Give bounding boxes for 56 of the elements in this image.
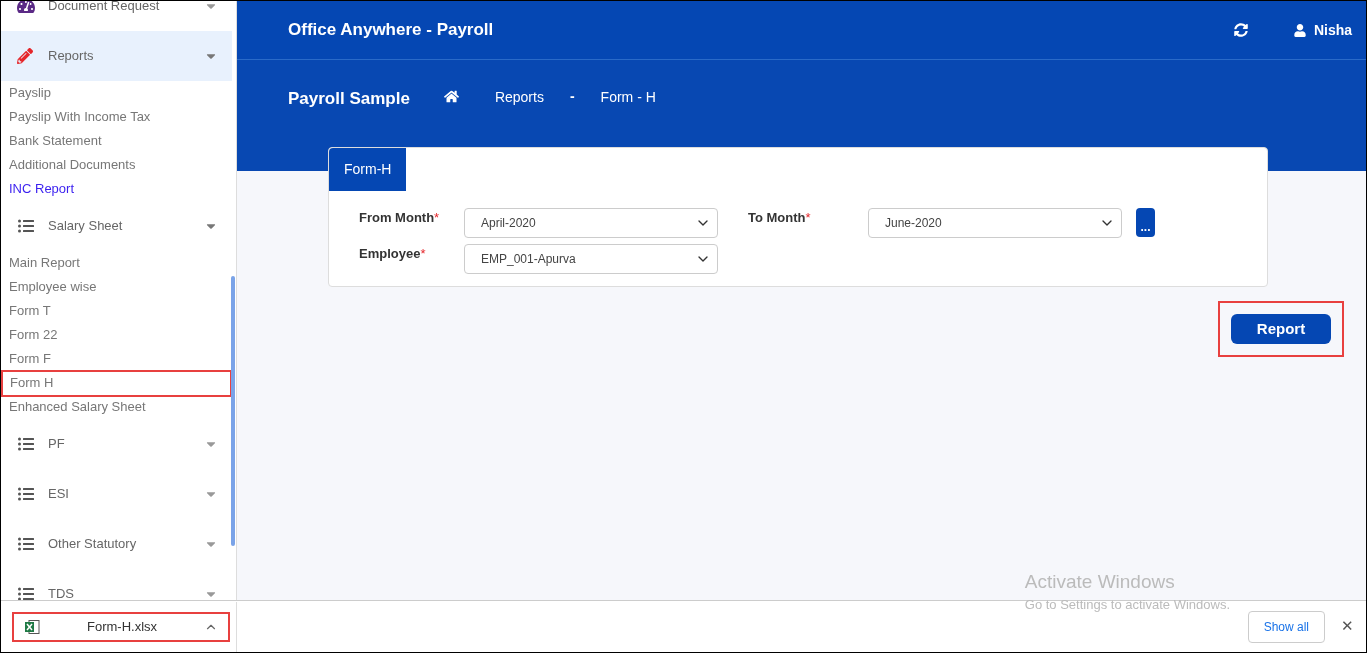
user-icon[interactable] [1293,23,1306,37]
group-label: Reports [48,47,95,66]
breadcrumb-separator: - [569,87,575,106]
group-label: TDS [48,585,75,600]
dashboard-icon [17,1,35,15]
group-label: Document Request [48,1,161,16]
list-icon [17,436,35,452]
list-icon [17,218,35,234]
list-icon [17,486,35,502]
list-icon [17,536,35,552]
show-all-button[interactable]: Show all [1247,610,1325,643]
app-title: Office Anywhere - Payroll [288,19,495,42]
sidebar-link[interactable]: Enhanced Salary Sheet [1,397,146,417]
scrollbar[interactable] [231,276,235,546]
pencil-icon [17,48,33,64]
download-item[interactable]: Form-H.xlsx [12,611,230,642]
list-icon [17,586,35,600]
field-label: To Month* [748,209,812,227]
sidebar-link[interactable]: Additional Documents [1,155,136,175]
breadcrumb-link[interactable]: Reports [494,87,544,108]
sidebar-link[interactable]: Form 22 [1,325,58,345]
field-label: From Month* [359,209,441,227]
group-label: PF [48,435,66,454]
more-button[interactable]: ... [1136,208,1155,237]
dropdown-field[interactable]: April-2020 [464,208,718,238]
dropdown-value: EMP_001-Apurva [481,251,577,268]
report-button[interactable]: Report [1231,314,1331,344]
user-name[interactable]: Nisha [1313,19,1352,41]
sidebar-link[interactable]: Form H [2,370,231,396]
file-name: Form-H.xlsx [85,617,158,636]
breadcrumb-link[interactable]: Form - H [600,87,656,108]
dropdown-value: April-2020 [481,215,537,232]
sidebar-link[interactable]: Form T [1,301,51,321]
refresh-icon[interactable] [1233,23,1248,37]
group-label: ESI [48,485,70,504]
activation-notice-title: Activate Windows [1024,571,1176,591]
sidebar-link[interactable]: Payslip [1,83,51,103]
field-label: Employee* [359,245,427,263]
activation-notice-text: Go to Settings to activate Windows. [1024,595,1230,614]
dropdown-field[interactable]: June-2020 [868,208,1122,238]
group-label: Salary Sheet [48,217,124,236]
sidebar-link[interactable]: Payslip With Income Tax [1,107,151,127]
dropdown-field[interactable]: EMP_001-Apurva [464,244,718,274]
sidebar-group[interactable]: Reports [1,31,232,81]
group-label: Other Statutory [48,535,138,554]
form-tab[interactable]: Form-H [329,148,407,191]
close-button[interactable]: ✕ [1341,615,1354,638]
home-icon[interactable] [443,89,459,104]
spreadsheet-file-icon [24,618,40,635]
sidebar-link[interactable]: Form F [1,349,51,369]
company-name: Payroll Sample [288,88,410,110]
dropdown-value: June-2020 [885,215,943,232]
sidebar-link[interactable]: Main Report [1,253,80,273]
sidebar-link[interactable]: Bank Statement [1,131,102,151]
sidebar-link[interactable]: Employee wise [1,277,97,297]
sidebar-link[interactable]: INC Report [1,179,75,199]
